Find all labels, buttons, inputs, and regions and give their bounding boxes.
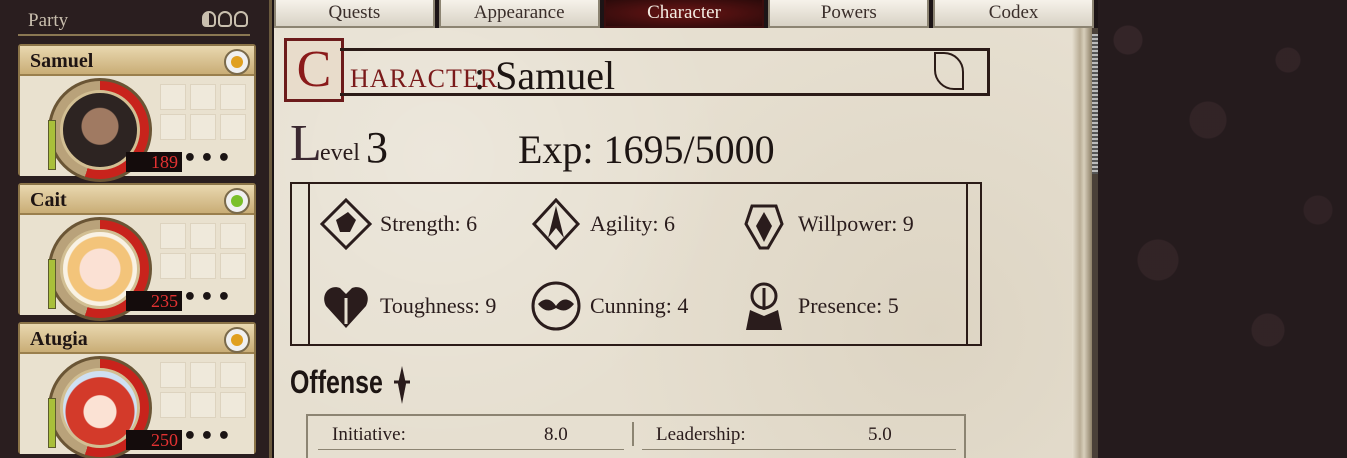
- level-value: 3: [366, 123, 388, 172]
- party-title: Party: [28, 10, 69, 31]
- party-header: Party: [18, 6, 250, 36]
- stat-label: Leadership:: [656, 424, 746, 445]
- attribute-willpower[interactable]: Willpower: 9: [738, 198, 914, 250]
- more-options-button[interactable]: •••: [183, 285, 234, 310]
- strength-icon: [320, 198, 372, 250]
- slot[interactable]: [160, 362, 186, 388]
- hp-value: 189: [126, 152, 182, 172]
- tab-quests[interactable]: Quests: [274, 0, 435, 28]
- character-name: : Samuel: [474, 53, 616, 98]
- slot[interactable]: [160, 392, 186, 418]
- tab-codex[interactable]: Codex: [933, 0, 1094, 28]
- equipment-slots: [160, 223, 246, 279]
- attributes-panel: Strength: 6 Agility: 6 Willpower: 9 Toug…: [290, 182, 982, 346]
- slot[interactable]: [190, 392, 216, 418]
- attribute-label: Agility: 6: [590, 211, 675, 236]
- slot[interactable]: [160, 253, 186, 279]
- member-name-bar: Atugia: [20, 324, 254, 354]
- hp-value: 250: [126, 430, 182, 450]
- member-name: Samuel: [30, 50, 94, 72]
- attribute-label: Presence: 5: [798, 293, 899, 318]
- scroll-edge: [1072, 28, 1092, 458]
- offense-stats-table: Initiative: 8.0 Leadership: 5.0: [306, 414, 966, 458]
- slot[interactable]: [220, 362, 246, 388]
- background-pattern: [1098, 0, 1347, 458]
- stat-row-initiative: Initiative: 8.0: [318, 424, 624, 450]
- slot[interactable]: [220, 84, 246, 110]
- cunning-icon: [531, 281, 581, 331]
- stat-value: 5.0: [868, 424, 892, 445]
- equipment-slots: [160, 362, 246, 418]
- stamina-bar: [48, 120, 56, 170]
- attribute-agility[interactable]: Agility: 6: [530, 198, 675, 250]
- slot[interactable]: [160, 223, 186, 249]
- toughness-icon: [324, 287, 368, 328]
- experience-text: Exp: 1695/5000: [518, 127, 775, 172]
- dagger-icon: [394, 366, 410, 404]
- slot[interactable]: [220, 253, 246, 279]
- slot[interactable]: [190, 223, 216, 249]
- party-member-atugia[interactable]: Atugia 250 •••: [18, 322, 256, 458]
- scrollbar[interactable]: [1092, 28, 1098, 458]
- mood-icon[interactable]: [224, 188, 250, 214]
- more-options-button[interactable]: •••: [183, 146, 234, 171]
- shield-icon[interactable]: [218, 11, 232, 27]
- party-member-samuel[interactable]: Samuel 189 •••: [18, 44, 256, 182]
- character-sheet: C HARACTER : Samuel L evel 3 Exp: 1695/5…: [274, 28, 1098, 458]
- tab-appearance[interactable]: Appearance: [438, 0, 600, 28]
- presence-icon: [746, 282, 782, 330]
- slot[interactable]: [220, 114, 246, 140]
- equipment-slots: [160, 84, 246, 140]
- character-header: C HARACTER : Samuel: [284, 38, 990, 102]
- slot[interactable]: [190, 114, 216, 140]
- party-member-cait[interactable]: Cait 235 •••: [18, 183, 256, 321]
- slot[interactable]: [220, 223, 246, 249]
- tab-powers[interactable]: Powers: [768, 0, 930, 28]
- slot[interactable]: [160, 84, 186, 110]
- half-moon-icon[interactable]: [202, 11, 216, 27]
- column-divider: [632, 422, 634, 446]
- slot[interactable]: [220, 392, 246, 418]
- horns-icon[interactable]: [234, 11, 248, 27]
- stat-label: Initiative:: [332, 424, 406, 445]
- member-name-bar: Cait: [20, 185, 254, 215]
- attribute-toughness[interactable]: Toughness: 9: [320, 280, 496, 332]
- slot[interactable]: [190, 84, 216, 110]
- attribute-label: Strength: 6: [380, 211, 478, 236]
- level-initial: L: [290, 115, 322, 172]
- stamina-bar: [48, 259, 56, 309]
- attribute-presence[interactable]: Presence: 5: [738, 280, 899, 332]
- mood-icon[interactable]: [224, 49, 250, 75]
- member-name: Cait: [30, 189, 67, 211]
- hp-value: 235: [126, 291, 182, 311]
- tab-bar: Quests Appearance Character Powers Codex: [274, 0, 1094, 28]
- stamina-bar: [48, 398, 56, 448]
- header-initial: C: [284, 38, 344, 102]
- member-name: Atugia: [30, 328, 88, 350]
- mood-icon[interactable]: [224, 327, 250, 353]
- member-body: 189 •••: [20, 76, 254, 182]
- attribute-label: Toughness: 9: [380, 293, 497, 318]
- stat-value: 8.0: [544, 424, 568, 445]
- member-body: 235 •••: [20, 215, 254, 321]
- party-panel: Party Samuel 189 ••• Cait 235 ••• Atugia…: [0, 0, 272, 458]
- slot[interactable]: [190, 253, 216, 279]
- attribute-label: Cunning: 4: [590, 293, 689, 318]
- agility-icon: [531, 198, 581, 250]
- stat-row-leadership: Leadership: 5.0: [642, 424, 956, 450]
- attribute-strength[interactable]: Strength: 6: [320, 198, 477, 250]
- party-filter-icons: [202, 11, 248, 27]
- offense-title: Offense: [290, 364, 383, 400]
- slot[interactable]: [160, 114, 186, 140]
- attribute-cunning[interactable]: Cunning: 4: [530, 280, 688, 332]
- level-word: evel: [320, 140, 360, 166]
- slot[interactable]: [190, 362, 216, 388]
- more-options-button[interactable]: •••: [183, 424, 234, 449]
- attribute-label: Willpower: 9: [798, 211, 914, 236]
- member-name-bar: Samuel: [20, 46, 254, 76]
- member-body: 250 •••: [20, 354, 254, 458]
- willpower-icon: [744, 204, 784, 250]
- tab-character[interactable]: Character: [603, 0, 765, 28]
